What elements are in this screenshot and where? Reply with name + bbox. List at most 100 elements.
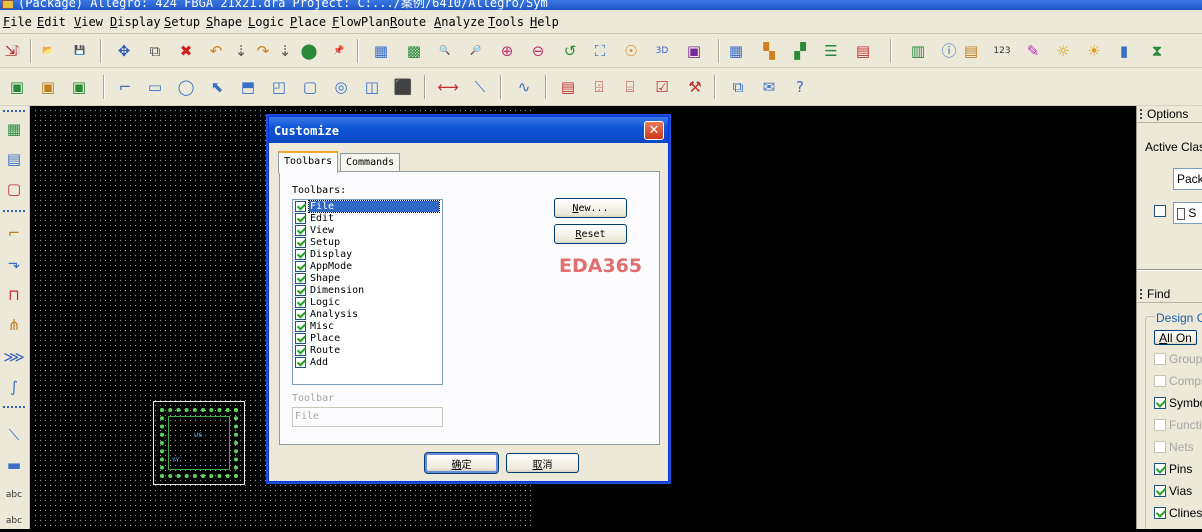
toolbar-item-checkbox[interactable] — [295, 224, 306, 236]
toolbar-list-item[interactable]: Shape — [293, 272, 442, 284]
color-palette-icon[interactable]: ▚ — [758, 40, 780, 62]
zoom-in-icon[interactable]: ⊕ — [496, 40, 518, 62]
ok-button[interactable]: 确定 — [424, 452, 499, 474]
stats-icon[interactable]: ▮ — [1113, 40, 1135, 62]
redo-down-icon[interactable]: ⇣ — [274, 40, 296, 62]
toolbar-list-item[interactable]: Edit — [293, 212, 442, 224]
toolbar-list-item[interactable]: Add — [293, 356, 442, 368]
report-list-icon[interactable]: ▤ — [557, 76, 579, 98]
toolbar-item-checkbox[interactable] — [295, 248, 306, 260]
route-fanout-icon[interactable]: ⋔ — [3, 314, 25, 336]
toolbar-item-checkbox[interactable] — [295, 236, 306, 248]
find-symbol-checkbox[interactable] — [1154, 397, 1166, 409]
class-dropdown[interactable]: Pack — [1173, 168, 1202, 190]
hourglass-icon[interactable]: ⧗ — [1146, 40, 1168, 62]
delete-icon[interactable]: ✖ — [175, 40, 197, 62]
windows-icon[interactable]: ⧉ — [727, 76, 749, 98]
find-nets-checkbox[interactable] — [1154, 441, 1166, 453]
help-icon[interactable]: ? — [789, 76, 811, 98]
menu-edit[interactable]: Edit — [37, 15, 66, 29]
menu-help[interactable]: Help — [530, 15, 559, 29]
menu-place[interactable]: Place — [290, 15, 326, 29]
toolbar-item-checkbox[interactable] — [295, 284, 306, 296]
menu-tools[interactable]: Tools — [488, 15, 524, 29]
app-mode-placement-icon[interactable]: ▣ — [68, 76, 90, 98]
layers-icon[interactable]: ▞ — [789, 40, 811, 62]
toolbar-grip[interactable] — [3, 110, 25, 113]
subclass-dropdown[interactable]: S — [1173, 202, 1202, 224]
move-icon[interactable]: ✥ — [113, 40, 135, 62]
menu-shape[interactable]: Shape — [206, 15, 242, 29]
shape-circle-icon[interactable]: ◎ — [330, 76, 352, 98]
toolbar-grip[interactable] — [3, 210, 25, 213]
measure-icon[interactable]: 123 — [991, 40, 1013, 62]
report-icon[interactable]: ▤ — [960, 40, 982, 62]
shape-rect-icon[interactable]: ▢ — [299, 76, 321, 98]
subclass-checkbox[interactable] — [1154, 205, 1166, 217]
undo-icon[interactable]: ↶ — [205, 40, 227, 62]
toolbar-grip[interactable] — [3, 406, 25, 409]
toolbar-item-checkbox[interactable] — [295, 212, 306, 224]
toolbar-item-checkbox[interactable] — [295, 260, 306, 272]
dialog-close-icon[interactable]: ✕ — [644, 121, 664, 140]
toolbar-list-item[interactable]: AppMode — [293, 260, 442, 272]
toolbar-list-item[interactable]: Place — [293, 332, 442, 344]
find-functio-checkbox[interactable] — [1154, 419, 1166, 431]
light-icon[interactable]: ☼ — [1052, 40, 1074, 62]
find-panel-header[interactable]: Find — [1137, 286, 1202, 303]
component-icon[interactable]: ▤ — [3, 148, 25, 170]
toolbar-list-item[interactable]: Dimension — [293, 284, 442, 296]
toolbar-item-checkbox[interactable] — [295, 272, 306, 284]
pin-swap-icon[interactable]: ▢ — [3, 178, 25, 200]
pin-icon[interactable]: 📌 — [328, 40, 350, 62]
options-panel-header[interactable]: Options — [1137, 106, 1202, 123]
toolbars-list[interactable]: File Edit View Setup Display AppMode Shape Dime… — [292, 199, 443, 385]
toolbar-item-checkbox[interactable] — [295, 356, 306, 368]
tab-commands[interactable]: Commands — [340, 153, 401, 172]
copy-icon[interactable]: ⧉ — [144, 40, 166, 62]
dehighlight-icon[interactable]: ☀ — [1083, 40, 1105, 62]
toolbar-list-item[interactable]: Analysis — [293, 308, 442, 320]
add-shape-rect-icon[interactable]: ▬ — [3, 454, 25, 476]
find-clines-checkbox[interactable] — [1154, 507, 1166, 519]
app-mode-etch-icon[interactable]: ▣ — [37, 76, 59, 98]
pin-add-icon[interactable]: ⬛ — [392, 76, 414, 98]
select-icon[interactable]: ⬉ — [206, 76, 228, 98]
add-connect-icon[interactable]: ∿ — [513, 76, 535, 98]
zoom-out-icon[interactable]: ⊖ — [527, 40, 549, 62]
toolbar-list-item[interactable]: File — [293, 200, 442, 213]
toolbar-item-checkbox[interactable] — [295, 296, 306, 308]
toolbar-item-checkbox[interactable] — [295, 344, 306, 356]
export-icon[interactable]: ⇲ — [0, 40, 22, 62]
new-toolbar-button[interactable]: New... — [554, 198, 627, 218]
save-icon[interactable]: 💾 — [69, 40, 91, 62]
toolbar-item-checkbox[interactable] — [295, 308, 306, 320]
route-phase-icon[interactable]: ∫ — [3, 376, 25, 398]
tools-icon[interactable]: ⚒ — [684, 76, 706, 98]
ecm-icon[interactable]: ▤ — [852, 40, 874, 62]
find-groups-checkbox[interactable] — [1154, 353, 1166, 365]
check-icon[interactable]: ☑ — [651, 76, 673, 98]
menu-setup[interactable]: Setup — [164, 15, 200, 29]
redo-icon[interactable]: ↷ — [252, 40, 274, 62]
add-text-icon[interactable]: abc — [3, 484, 25, 506]
menu-route[interactable]: Route — [390, 15, 426, 29]
shape-void-icon[interactable]: ◰ — [268, 76, 290, 98]
zoom-icon[interactable]: 🔎 — [465, 40, 487, 62]
package-symbol[interactable]: U6 YY — [153, 401, 245, 485]
cancel-button[interactable]: 取消 — [506, 453, 579, 473]
add-circle-icon[interactable]: ◯ — [175, 76, 197, 98]
add-line-icon[interactable]: ⟍ — [3, 424, 25, 446]
net-icon[interactable]: ⌸ — [619, 76, 641, 98]
zoom-previous-icon[interactable]: ↺ — [559, 40, 581, 62]
toolbar-list-item[interactable]: Misc — [293, 320, 442, 332]
grid-icon[interactable]: ▦ — [370, 40, 392, 62]
reset-toolbar-button[interactable]: Reset — [554, 224, 627, 244]
menu-file[interactable]: File — [3, 15, 32, 29]
menu-view[interactable]: View — [74, 15, 103, 29]
matrix-icon[interactable]: ▥ — [907, 40, 929, 62]
undo-down-icon[interactable]: ⇣ — [230, 40, 252, 62]
window-title-bar[interactable]: (Package) Allegro: 424 FBGA 21x21.dra Pr… — [0, 0, 1202, 10]
place-manual-icon[interactable]: ▦ — [3, 118, 25, 140]
toolbar-item-checkbox[interactable] — [295, 320, 306, 332]
